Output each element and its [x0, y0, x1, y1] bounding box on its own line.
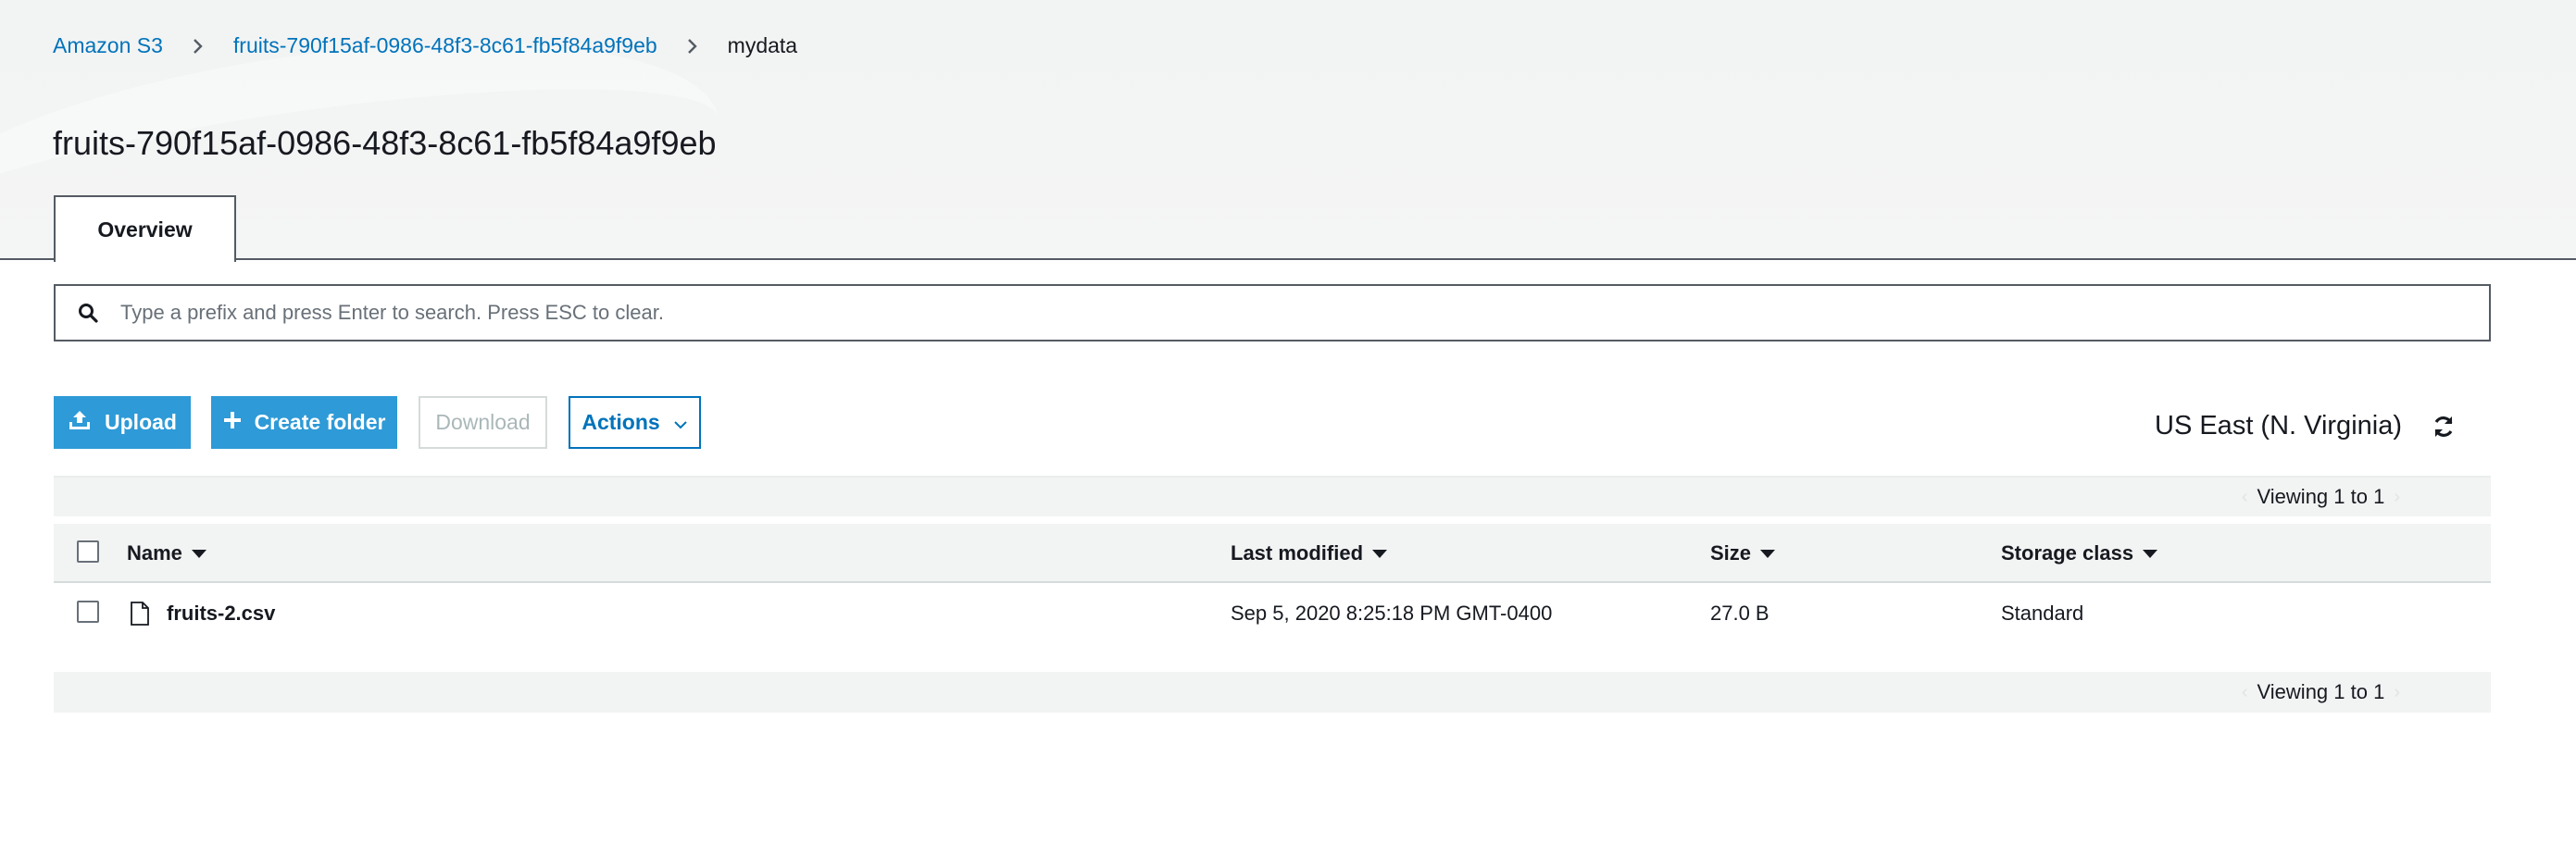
column-header-size-label: Size: [1710, 541, 1752, 565]
column-header-last-modified-label: Last modified: [1231, 541, 1364, 565]
viewing-count-bottom: Viewing 1 to 1: [2257, 680, 2385, 703]
breadcrumb: Amazon S3 fruits-790f15af-0986-48f3-8c61…: [53, 31, 797, 59]
tab-overview[interactable]: Overview: [54, 195, 236, 262]
column-header-storage-class[interactable]: Storage class: [2001, 524, 2158, 583]
column-header-size[interactable]: Size: [1710, 524, 1776, 583]
last-modified-cell: Sep 5, 2020 8:25:18 PM GMT-0400: [1231, 602, 1553, 625]
viewing-count-top: Viewing 1 to 1: [2257, 485, 2385, 508]
breadcrumb-bucket-link[interactable]: fruits-790f15af-0986-48f3-8c61-fb5f84a9f…: [233, 33, 657, 58]
column-header-name[interactable]: Name: [127, 524, 206, 583]
column-header-name-label: Name: [127, 541, 182, 565]
upload-button[interactable]: Upload: [54, 396, 191, 449]
create-folder-button-label: Create folder: [254, 410, 386, 434]
column-header-last-modified[interactable]: Last modified: [1231, 524, 1388, 583]
breadcrumb-amazon-s3-link[interactable]: Amazon S3: [53, 33, 163, 58]
caret-down-icon: [1760, 549, 1776, 558]
refresh-icon[interactable]: [2430, 413, 2457, 441]
pagination-bar-top: ‹ Viewing 1 to 1 ›: [54, 476, 2491, 516]
table-row[interactable]: fruits-2.csv Sep 5, 2020 8:25:18 PM GMT-…: [54, 585, 2491, 642]
pagination-top: ‹ Viewing 1 to 1 ›: [2242, 478, 2400, 516]
chevron-right-icon[interactable]: ›: [2394, 682, 2400, 703]
chevron-down-icon: [673, 410, 688, 435]
size-cell: 27.0 B: [1710, 602, 1769, 625]
caret-down-icon: [1372, 549, 1388, 558]
table-header: Name Last modified Size Storage class: [54, 524, 2491, 583]
download-button-label: Download: [435, 410, 531, 434]
actions-button-label: Actions: [581, 410, 660, 434]
create-folder-button[interactable]: Create folder: [211, 396, 397, 449]
actions-dropdown-button[interactable]: Actions: [569, 396, 701, 449]
plus-icon: [223, 410, 242, 435]
row-checkbox[interactable]: [77, 601, 99, 623]
caret-down-icon: [2143, 549, 2158, 558]
search-bar: [54, 284, 2491, 341]
chevron-right-icon: [657, 33, 728, 58]
chevron-right-icon: [163, 33, 233, 58]
download-button[interactable]: Download: [419, 396, 547, 449]
pagination-bottom: ‹ Viewing 1 to 1 ›: [2242, 672, 2400, 713]
upload-button-label: Upload: [105, 410, 177, 434]
pagination-bar-bottom: ‹ Viewing 1 to 1 ›: [54, 672, 2491, 713]
select-all-checkbox[interactable]: [77, 540, 99, 563]
search-icon: [56, 302, 120, 324]
page-title: fruits-790f15af-0986-48f3-8c61-fb5f84a9f…: [53, 124, 717, 162]
file-icon: [130, 585, 150, 642]
storage-class-cell: Standard: [2001, 602, 2084, 625]
chevron-left-icon[interactable]: ‹: [2242, 487, 2248, 508]
search-input[interactable]: [120, 286, 2489, 340]
chevron-right-icon[interactable]: ›: [2394, 487, 2400, 508]
chevron-left-icon[interactable]: ‹: [2242, 682, 2248, 703]
region-label: US East (N. Virginia): [2155, 411, 2402, 441]
file-name-link[interactable]: fruits-2.csv: [167, 585, 275, 642]
caret-down-icon: [191, 549, 206, 558]
column-header-storage-class-label: Storage class: [2001, 541, 2134, 565]
breadcrumb-current-folder: mydata: [727, 32, 798, 57]
upload-icon: [68, 409, 92, 437]
